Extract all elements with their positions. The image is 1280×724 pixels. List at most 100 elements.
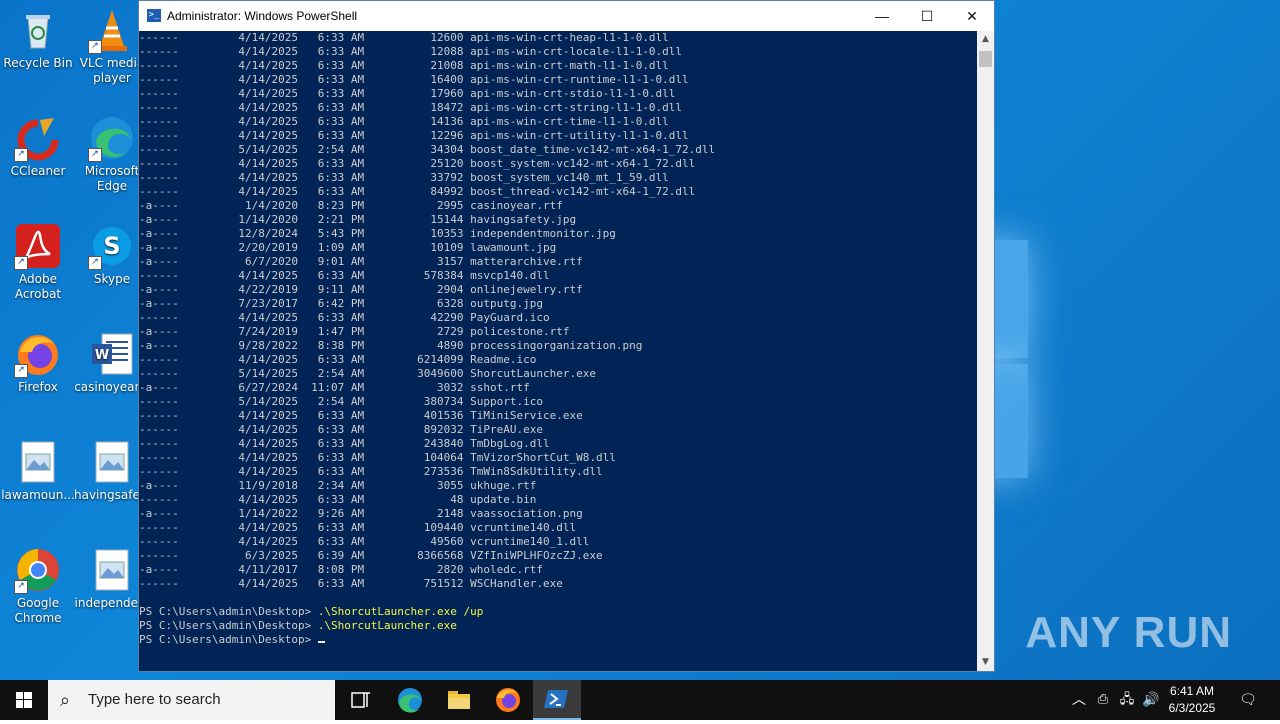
listing-row: ------ 4/14/2025 6:33 AM 33792 boost_sys… [139,171,669,184]
icon-label: Adobe Acrobat [14,272,62,301]
vertical-scrollbar[interactable]: ▲ ▼ [977,31,994,671]
listing-row: -a---- 2/20/2019 1:09 AM 10109 lawamount… [139,241,557,254]
desktop-icon-lawamount[interactable]: lawamoun... [0,438,76,503]
taskbar-clock[interactable]: 6:41 AM 6/3/2025 [1160,683,1224,717]
command-text: .\ShorcutLauncher.exe [317,619,457,632]
directory-listing: ------ 4/14/2025 6:33 AM 12600 api-ms-wi… [139,31,978,591]
listing-row: ------ 4/14/2025 6:33 AM 12600 api-ms-wi… [139,31,669,44]
listing-row: ------ 4/14/2025 6:33 AM 12296 api-ms-wi… [139,129,689,142]
icon-label: Google Chrome [14,596,62,625]
listing-row: ------ 4/14/2025 6:33 AM 751512 WSCHandl… [139,577,563,590]
listing-row: ------ 6/3/2025 6:39 AM 8366568 VZfIniWP… [139,549,603,562]
scroll-up-arrow-icon[interactable]: ▲ [977,31,994,48]
taskbar-file-explorer[interactable] [435,680,483,720]
image-file-icon [14,438,62,486]
listing-row: -a---- 1/14/2022 9:26 AM 2148 vaassociat… [139,507,583,520]
shortcut-arrow-icon: ↗ [14,256,28,270]
powershell-icon: >_ [147,9,161,22]
meet-now-icon[interactable]: ⎙ [1092,680,1114,720]
listing-row: ------ 4/14/2025 6:33 AM 84992 boost_thr… [139,185,696,198]
window-titlebar[interactable]: >_ Administrator: Windows PowerShell — ☐… [139,1,994,31]
desktop-icon-adobe-acrobat[interactable]: ↗ Adobe Acrobat [0,222,76,302]
windows-start-icon [16,692,32,708]
task-view-button[interactable] [336,680,384,720]
prompt: PS C:\Users\admin\Desktop> [139,633,318,646]
acrobat-icon: ↗ [14,222,62,270]
shortcut-arrow-icon: ↗ [88,40,102,54]
window-title: Administrator: Windows PowerShell [167,9,358,23]
task-view-icon [351,692,370,708]
icon-label: CCleaner [10,164,66,178]
listing-row: ------ 4/14/2025 6:33 AM 578384 msvcp140… [139,269,550,282]
desktop: Recycle Bin ↗ VLC media player ↗ CCleane… [0,0,1280,680]
console-output[interactable]: ------ 4/14/2025 6:33 AM 12600 api-ms-wi… [139,31,978,671]
listing-row: -a---- 6/7/2020 9:01 AM 3157 matterarchi… [139,255,583,268]
desktop-icon-recycle-bin[interactable]: Recycle Bin [0,6,76,71]
console-command-line: PS C:\Users\admin\Desktop> .\ShorcutLaun… [139,619,978,633]
prompt: PS C:\Users\admin\Desktop> [139,619,318,632]
network-icon[interactable]: 🖧 [1116,680,1138,720]
vlc-cone-icon: ↗ [88,6,136,54]
icon-label: Firefox [18,380,58,394]
image-file-icon [88,438,136,486]
icon-label: Recycle Bin [3,56,73,70]
desktop-icon-chrome[interactable]: ↗ Google Chrome [0,546,76,626]
desktop-icon-ccleaner[interactable]: ↗ CCleaner [0,114,76,179]
listing-row: -a---- 9/28/2022 8:38 PM 4890 processing… [139,339,643,352]
listing-row: ------ 4/14/2025 6:33 AM 42290 PayGuard.… [139,311,550,324]
listing-row: ------ 5/14/2025 2:54 AM 34304 boost_dat… [139,143,716,156]
image-file-icon [88,546,136,594]
listing-row: ------ 4/14/2025 6:33 AM 6214099 Readme.… [139,353,537,366]
listing-row: -a---- 12/8/2024 5:43 PM 10353 independe… [139,227,616,240]
listing-row: ------ 5/14/2025 2:54 AM 380734 Support.… [139,395,543,408]
chrome-icon: ↗ [14,546,62,594]
desktop-icon-firefox[interactable]: ↗ Firefox [0,330,76,395]
shortcut-arrow-icon: ↗ [14,580,28,594]
clock-date: 6/3/2025 [1168,701,1216,715]
firefox-icon: ↗ [14,330,62,378]
minimize-button[interactable]: — [859,1,905,31]
ccleaner-icon: ↗ [14,114,62,162]
listing-row: ------ 4/14/2025 6:33 AM 401536 TiMiniSe… [139,409,583,422]
listing-row: ------ 4/14/2025 6:33 AM 14136 api-ms-wi… [139,115,669,128]
listing-row: ------ 4/14/2025 6:33 AM 16400 api-ms-wi… [139,73,689,86]
edge-icon: ↗ [88,114,136,162]
close-button[interactable]: ✕ [949,1,995,31]
icon-label: lawamoun... [1,488,75,502]
maximize-button[interactable]: ☐ [904,1,950,31]
svg-text:S: S [103,232,120,260]
taskbar-edge[interactable] [386,680,434,720]
scroll-down-arrow-icon[interactable]: ▼ [977,654,994,671]
file-explorer-icon [448,691,470,709]
command-text: .\ShorcutLauncher.exe /up [317,605,484,618]
edge-icon [398,688,422,713]
taskbar-search-box[interactable]: ⌕ Type here to search [48,680,335,720]
listing-row: ------ 4/14/2025 6:33 AM 18472 api-ms-wi… [139,101,683,114]
svg-text:W: W [95,348,109,363]
anyrun-watermark: ANY RUN [1025,608,1232,657]
word-document-icon: W [88,330,136,378]
notification-icon[interactable]: 🗨 [1234,680,1262,720]
taskbar-powershell[interactable] [533,680,581,720]
start-button[interactable] [0,680,48,720]
chevron-up-icon[interactable]: ︿ [1068,680,1090,720]
listing-row: ------ 4/14/2025 6:33 AM 109440 vcruntim… [139,521,577,534]
listing-row: ------ 4/14/2025 6:33 AM 273536 TmWin8Sd… [139,465,603,478]
taskbar-firefox[interactable] [484,680,532,720]
listing-row: -a---- 7/24/2019 1:47 PM 2729 policeston… [139,325,570,338]
volume-icon[interactable]: 🔊 [1140,680,1162,720]
listing-row: ------ 4/14/2025 6:33 AM 49560 vcruntime… [139,535,590,548]
search-placeholder: Type here to search [88,691,221,708]
powershell-window[interactable]: >_ Administrator: Windows PowerShell — ☐… [138,0,995,672]
listing-row: ------ 4/14/2025 6:33 AM 243840 TmDbgLog… [139,437,550,450]
listing-row: -a---- 4/11/2017 8:08 PM 2820 wholedc.rt… [139,563,543,576]
text-cursor [317,641,325,643]
listing-row: -a---- 4/22/2019 9:11 AM 2904 onlinejewe… [139,283,583,296]
listing-row: ------ 4/14/2025 6:33 AM 25120 boost_sys… [139,157,696,170]
scrollbar-thumb[interactable] [979,51,992,67]
search-icon: ⌕ [60,690,71,710]
listing-row: -a---- 6/27/2024 11:07 AM 3032 sshot.rtf [139,381,530,394]
listing-row: ------ 4/14/2025 6:33 AM 12088 api-ms-wi… [139,45,683,58]
listing-row: ------ 4/14/2025 6:33 AM 17960 api-ms-wi… [139,87,676,100]
console-input-line[interactable]: PS C:\Users\admin\Desktop> [139,633,978,647]
